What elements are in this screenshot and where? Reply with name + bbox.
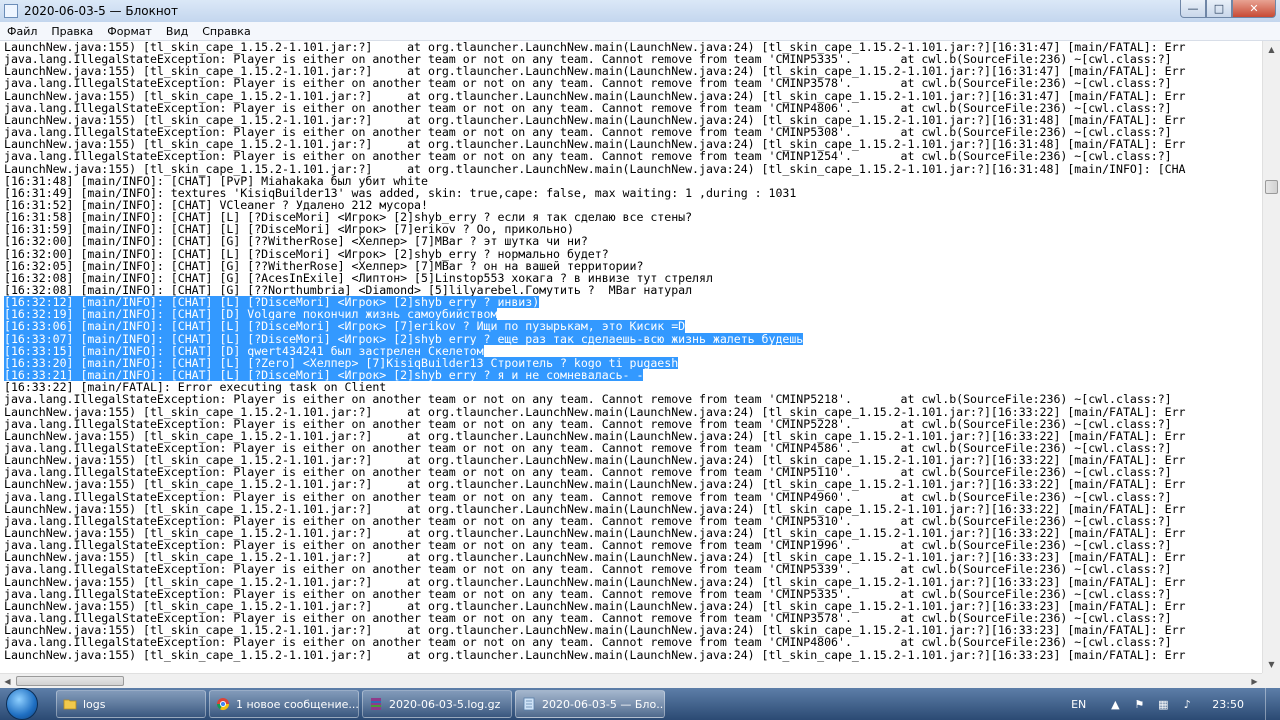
log-line: java.lang.IllegalStateException: Player … <box>4 562 1172 577</box>
taskbar-item-label: logs <box>83 697 106 711</box>
log-line: LaunchNew.java:155) [tl_skin_cape_1.15.2… <box>4 574 1186 589</box>
taskbar-item-logs[interactable]: logs <box>56 690 206 718</box>
menu-file[interactable]: Файл <box>0 25 44 38</box>
system-tray: EN ▲ ⚑ ▦ ♪ 23:50 <box>1071 688 1280 720</box>
horizontal-scroll-thumb[interactable] <box>16 676 124 686</box>
volume-icon[interactable]: ♪ <box>1180 697 1194 711</box>
menu-help[interactable]: Справка <box>195 25 257 38</box>
maximize-button[interactable]: □ <box>1206 0 1232 18</box>
scroll-up-icon[interactable]: ▲ <box>1263 41 1280 58</box>
clock[interactable]: 23:50 <box>1212 698 1244 711</box>
log-line: LaunchNew.java:155) [tl_skin_cape_1.15.2… <box>4 161 1186 176</box>
scroll-down-icon[interactable]: ▼ <box>1263 656 1280 673</box>
log-line: java.lang.IllegalStateException: Player … <box>4 416 1172 431</box>
log-line: java.lang.IllegalStateException: Player … <box>4 76 1172 91</box>
log-line: [16:31:48] [main/INFO]: [CHAT] [PvP] Mia… <box>4 173 428 188</box>
close-button[interactable]: ✕ <box>1232 0 1276 18</box>
notepad-window: 2020-06-03-5 — Блокнот — □ ✕ Файл Правка… <box>0 0 1280 688</box>
winrar-icon <box>371 698 381 710</box>
log-line: java.lang.IllegalStateException: Player … <box>4 489 1172 504</box>
taskbar-item-label: 1 новое сообщение... <box>236 697 359 711</box>
title-bar[interactable]: 2020-06-03-5 — Блокнот — □ ✕ <box>0 0 1280 22</box>
log-line: LaunchNew.java:155) [tl_skin_cape_1.15.2… <box>4 404 1186 419</box>
menu-edit[interactable]: Правка <box>44 25 100 38</box>
text-editor-area[interactable]: LaunchNew.java:155) [tl_skin_cape_1.15.2… <box>0 41 1262 673</box>
chrome-icon <box>217 698 229 711</box>
start-button[interactable] <box>0 688 44 720</box>
log-line: java.lang.IllegalStateException: Player … <box>4 635 1172 650</box>
scroll-right-icon[interactable]: ▶ <box>1247 674 1262 688</box>
network-icon[interactable]: ▦ <box>1156 697 1170 711</box>
window-controls: — □ ✕ <box>1180 0 1276 18</box>
taskbar-item-chrome[interactable]: 1 новое сообщение... <box>209 690 359 718</box>
taskbar-item-archive[interactable]: 2020-06-03-5.log.gz <box>362 690 512 718</box>
language-indicator[interactable]: EN <box>1071 698 1086 711</box>
log-line: LaunchNew.java:155) [tl_skin_cape_1.15.2… <box>4 647 1186 662</box>
menu-view[interactable]: Вид <box>159 25 195 38</box>
minimize-button[interactable]: — <box>1180 0 1206 18</box>
size-grip[interactable] <box>1262 673 1280 688</box>
menu-format[interactable]: Формат <box>100 25 159 38</box>
log-line: [16:33:06] [main/INFO]: [CHAT] [L] [?Dis… <box>4 319 686 334</box>
log-line: java.lang.IllegalStateException: Player … <box>4 392 1172 407</box>
vertical-scrollbar[interactable]: ▲ ▼ <box>1262 41 1280 673</box>
log-line: [16:32:05] [main/INFO]: [CHAT] [G] [??Wi… <box>4 258 644 273</box>
scroll-left-icon[interactable]: ◀ <box>0 674 15 688</box>
folder-icon <box>63 699 77 710</box>
log-line: LaunchNew.java:155) [tl_skin_cape_1.15.2… <box>4 501 1186 516</box>
taskbar: logs 1 новое сообщение... 2020-06-03-5.l… <box>0 688 1280 720</box>
log-line: [16:33:07] [main/INFO]: [CHAT] [L] [?Dis… <box>4 331 804 346</box>
taskbar-item-label: 2020-06-03-5 — Бло... <box>542 697 665 711</box>
log-line: [16:32:00] [main/INFO]: [CHAT] [G] [??Wi… <box>4 234 588 249</box>
windows-logo-icon <box>6 688 38 720</box>
show-desktop-button[interactable] <box>1265 688 1280 720</box>
vertical-scroll-thumb[interactable] <box>1265 180 1278 194</box>
horizontal-scrollbar[interactable]: ◀ ▶ <box>0 673 1262 688</box>
log-line: LaunchNew.java:155) [tl_skin_cape_1.15.2… <box>4 88 1186 103</box>
log-line: [16:32:00] [main/INFO]: [CHAT] [L] [?Dis… <box>4 246 609 261</box>
window-title: 2020-06-03-5 — Блокнот <box>24 4 179 18</box>
log-line: java.lang.IllegalStateException: Player … <box>4 149 1172 164</box>
show-hidden-icons-icon[interactable]: ▲ <box>1108 697 1122 711</box>
action-center-flag-icon[interactable]: ⚑ <box>1132 697 1146 711</box>
log-line: LaunchNew.java:155) [tl_skin_cape_1.15.2… <box>4 477 1186 492</box>
notepad-icon <box>523 697 535 711</box>
menu-bar: Файл Правка Формат Вид Справка <box>0 22 1280 41</box>
notepad-app-icon <box>4 4 18 18</box>
taskbar-item-notepad[interactable]: 2020-06-03-5 — Бло... <box>515 690 665 718</box>
taskbar-item-label: 2020-06-03-5.log.gz <box>389 697 501 711</box>
